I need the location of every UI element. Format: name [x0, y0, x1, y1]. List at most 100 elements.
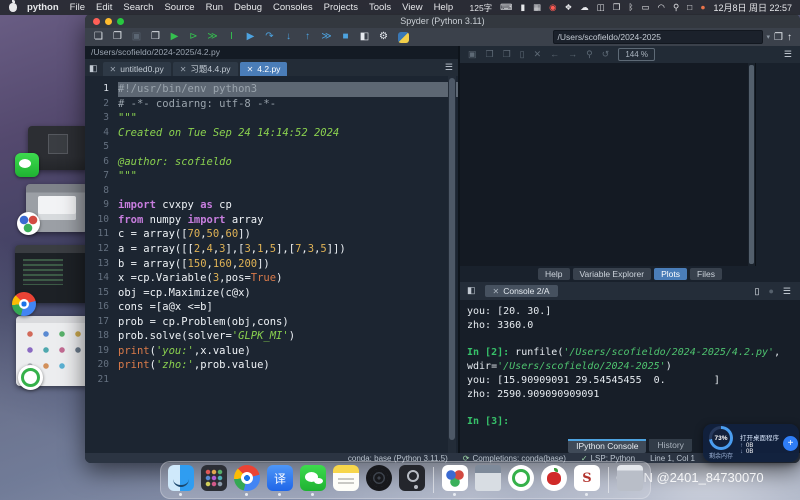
pane-tab-variable-explorer[interactable]: Variable Explorer [573, 268, 652, 280]
wifi-icon[interactable]: ◠ [658, 0, 665, 15]
status-dot-icon[interactable]: ● [700, 0, 705, 15]
code-editor[interactable]: 1#!/usr/bin/env python32# -*- codiarng: … [85, 76, 458, 453]
new-file-icon[interactable]: ❏ [89, 28, 108, 46]
browse-consoles-icon[interactable]: ◧ [467, 285, 476, 296]
dock-spyder[interactable]: S [574, 465, 600, 495]
window-titlebar[interactable]: Spyder (Python 3.11) [85, 14, 800, 28]
editor-tab-习题4.4.py[interactable]: ✕习题4.4.py [173, 62, 238, 76]
dock-green-ring-app[interactable] [508, 465, 534, 495]
plots-scrollbar[interactable] [748, 63, 755, 266]
ime-icon[interactable]: ⌨ [500, 0, 512, 15]
stop-icon[interactable]: ■ [336, 28, 355, 46]
close-tab-icon[interactable]: ✕ [110, 65, 117, 74]
debug-file-icon[interactable]: ▶ [241, 28, 260, 46]
cloud-icon[interactable]: ☁ [580, 0, 589, 15]
screen-record-icon[interactable]: ◉ [549, 0, 556, 15]
circles-badge-icon[interactable] [17, 212, 40, 235]
dock-launchpad[interactable] [201, 465, 227, 495]
remove-all-plots-icon[interactable]: ✕ [534, 49, 542, 60]
python-env-icon[interactable] [398, 32, 409, 43]
open-file-icon[interactable]: ❐ [108, 28, 127, 46]
remove-plot-icon[interactable]: ▯ [520, 49, 525, 60]
preferences-icon[interactable]: ⚙ [374, 28, 393, 46]
plot-zoom-level[interactable]: 144 % [618, 48, 655, 61]
dock-finder[interactable] [168, 465, 194, 495]
pane-tab-files[interactable]: Files [690, 268, 722, 280]
editor-scrollbar[interactable] [448, 76, 456, 453]
menu-item-search[interactable]: Search [123, 2, 153, 13]
dock-wechat[interactable] [300, 465, 326, 495]
pane-tab-plots[interactable]: Plots [654, 268, 687, 280]
editor-tab-untitled0.py[interactable]: ✕untitled0.py [103, 62, 171, 76]
pane-tab-help[interactable]: Help [538, 268, 569, 280]
console-view-tab-history[interactable]: History [649, 439, 691, 452]
step-over-icon[interactable]: ↷ [260, 28, 279, 46]
working-directory-field[interactable]: /Users/scofieldo/2024-2025 [553, 30, 763, 44]
dock-minimized-window[interactable] [475, 465, 501, 495]
dock-translate[interactable]: 译 [267, 465, 293, 495]
next-plot-icon[interactable]: → [568, 49, 577, 60]
console-tab[interactable]: ✕ Console 2/A [485, 285, 558, 297]
menu-item-edit[interactable]: Edit [96, 2, 112, 13]
zoom-in-icon[interactable]: ⚲ [586, 49, 593, 60]
shapes-icon[interactable]: ❖ [565, 0, 573, 15]
copy-plot-icon[interactable]: ❐ [503, 49, 511, 60]
menubar-clock[interactable]: 12月8日 周日 22:57 [713, 1, 792, 14]
menu-item-consoles[interactable]: Consoles [273, 2, 313, 13]
apple-menu-icon[interactable] [9, 3, 17, 12]
menu-item-view[interactable]: View [402, 2, 422, 13]
browse-tabs-icon[interactable]: ◧ [89, 63, 98, 74]
battery-icon[interactable]: ▭ [641, 0, 649, 15]
minimize-window-button[interactable] [105, 18, 112, 25]
close-window-button[interactable] [93, 18, 100, 25]
continue-icon[interactable]: ≫ [317, 28, 336, 46]
menu-item-source[interactable]: Source [164, 2, 194, 13]
split-view-icon[interactable]: ◫ [597, 0, 605, 15]
busy-indicator-icon[interactable]: ● [768, 286, 773, 296]
editor-options-menu-icon[interactable]: ☰ [445, 62, 453, 73]
search-icon[interactable]: ⚲ [673, 0, 679, 15]
workdir-dropdown-icon[interactable]: ▾ [767, 33, 771, 41]
menu-app-name[interactable]: python [27, 2, 59, 13]
console-view-tab-ipython-console[interactable]: IPython Console [568, 439, 646, 453]
menu-item-file[interactable]: File [70, 2, 85, 13]
menu-item-help[interactable]: Help [434, 2, 454, 13]
maximize-pane-icon[interactable]: ◧ [355, 28, 374, 46]
dock-circles-app[interactable] [442, 465, 468, 495]
mic-icon[interactable]: ▮ [520, 0, 525, 15]
save-icon[interactable]: ▣ [127, 28, 146, 46]
dock-apple-app[interactable] [541, 465, 567, 495]
close-console-icon[interactable]: ✕ [493, 287, 500, 296]
menu-item-run[interactable]: Run [206, 2, 223, 13]
overlay-add-button[interactable]: + [783, 436, 798, 451]
wechat-badge-icon[interactable] [15, 153, 39, 177]
run-file-icon[interactable]: ▶ [165, 28, 184, 46]
plot-thumbnails-strip[interactable] [755, 63, 800, 266]
dock-keychain[interactable] [399, 465, 425, 495]
dock-notes[interactable] [333, 465, 359, 495]
close-tab-icon[interactable]: ✕ [247, 65, 254, 74]
run-selection-icon[interactable]: I [222, 28, 241, 46]
save-all-plots-icon[interactable]: ❒ [486, 49, 494, 60]
zoom-out-icon[interactable]: ↺ [602, 49, 610, 60]
parent-directory-icon[interactable]: ↑ [787, 32, 792, 43]
display-icon[interactable]: □ [687, 0, 692, 15]
kernel-env-icon[interactable]: ▯ [755, 286, 760, 297]
menu-item-projects[interactable]: Projects [324, 2, 358, 13]
zoom-window-button[interactable] [117, 18, 124, 25]
run-cell-icon[interactable]: ⊳ [184, 28, 203, 46]
options-menu-icon[interactable]: ☰ [783, 286, 791, 297]
browse-directory-icon[interactable]: ❐ [774, 32, 783, 43]
keyboard-viewer-icon[interactable]: ▦ [533, 0, 541, 15]
dock-trash[interactable] [617, 465, 643, 495]
chrome-badge-icon[interactable] [12, 292, 36, 316]
menu-item-tools[interactable]: Tools [369, 2, 391, 13]
previous-plot-icon[interactable]: ← [550, 49, 559, 60]
editor-tab-4.2.py[interactable]: ✕4.2.py [240, 62, 288, 76]
plots-options-menu-icon[interactable]: ☰ [784, 49, 792, 60]
save-all-icon[interactable]: ❒ [146, 28, 165, 46]
bluetooth-icon[interactable]: ᛒ [628, 0, 633, 15]
menu-item-debug[interactable]: Debug [234, 2, 262, 13]
greenring-badge-icon[interactable] [18, 365, 43, 390]
close-tab-icon[interactable]: ✕ [180, 65, 187, 74]
